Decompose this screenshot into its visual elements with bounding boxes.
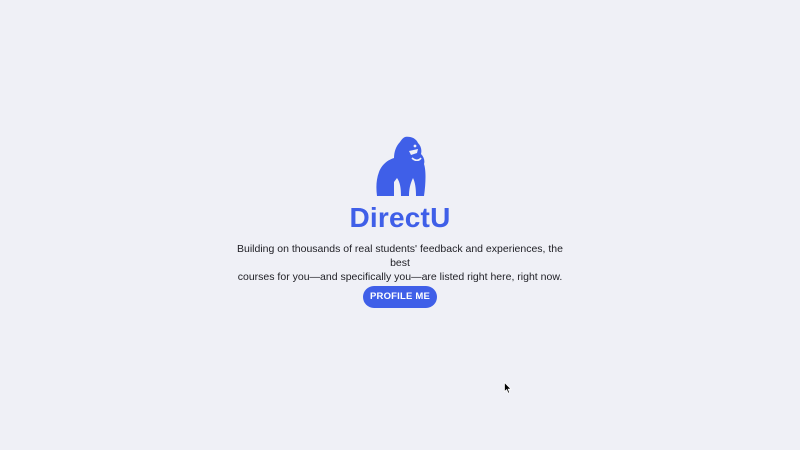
mouse-pointer-icon [504,382,512,394]
tagline: Building on thousands of real students' … [230,242,570,284]
profile-me-button[interactable]: PROFILE ME [363,286,437,308]
tagline-line-2: courses for you—and specifically you—are… [237,271,563,283]
landing-hero: DirectU Building on thousands of real st… [0,0,800,450]
brand-name: DirectU [349,202,451,233]
gorilla-icon [376,136,426,196]
tagline-line-1: Building on thousands of real students' … [237,243,563,269]
